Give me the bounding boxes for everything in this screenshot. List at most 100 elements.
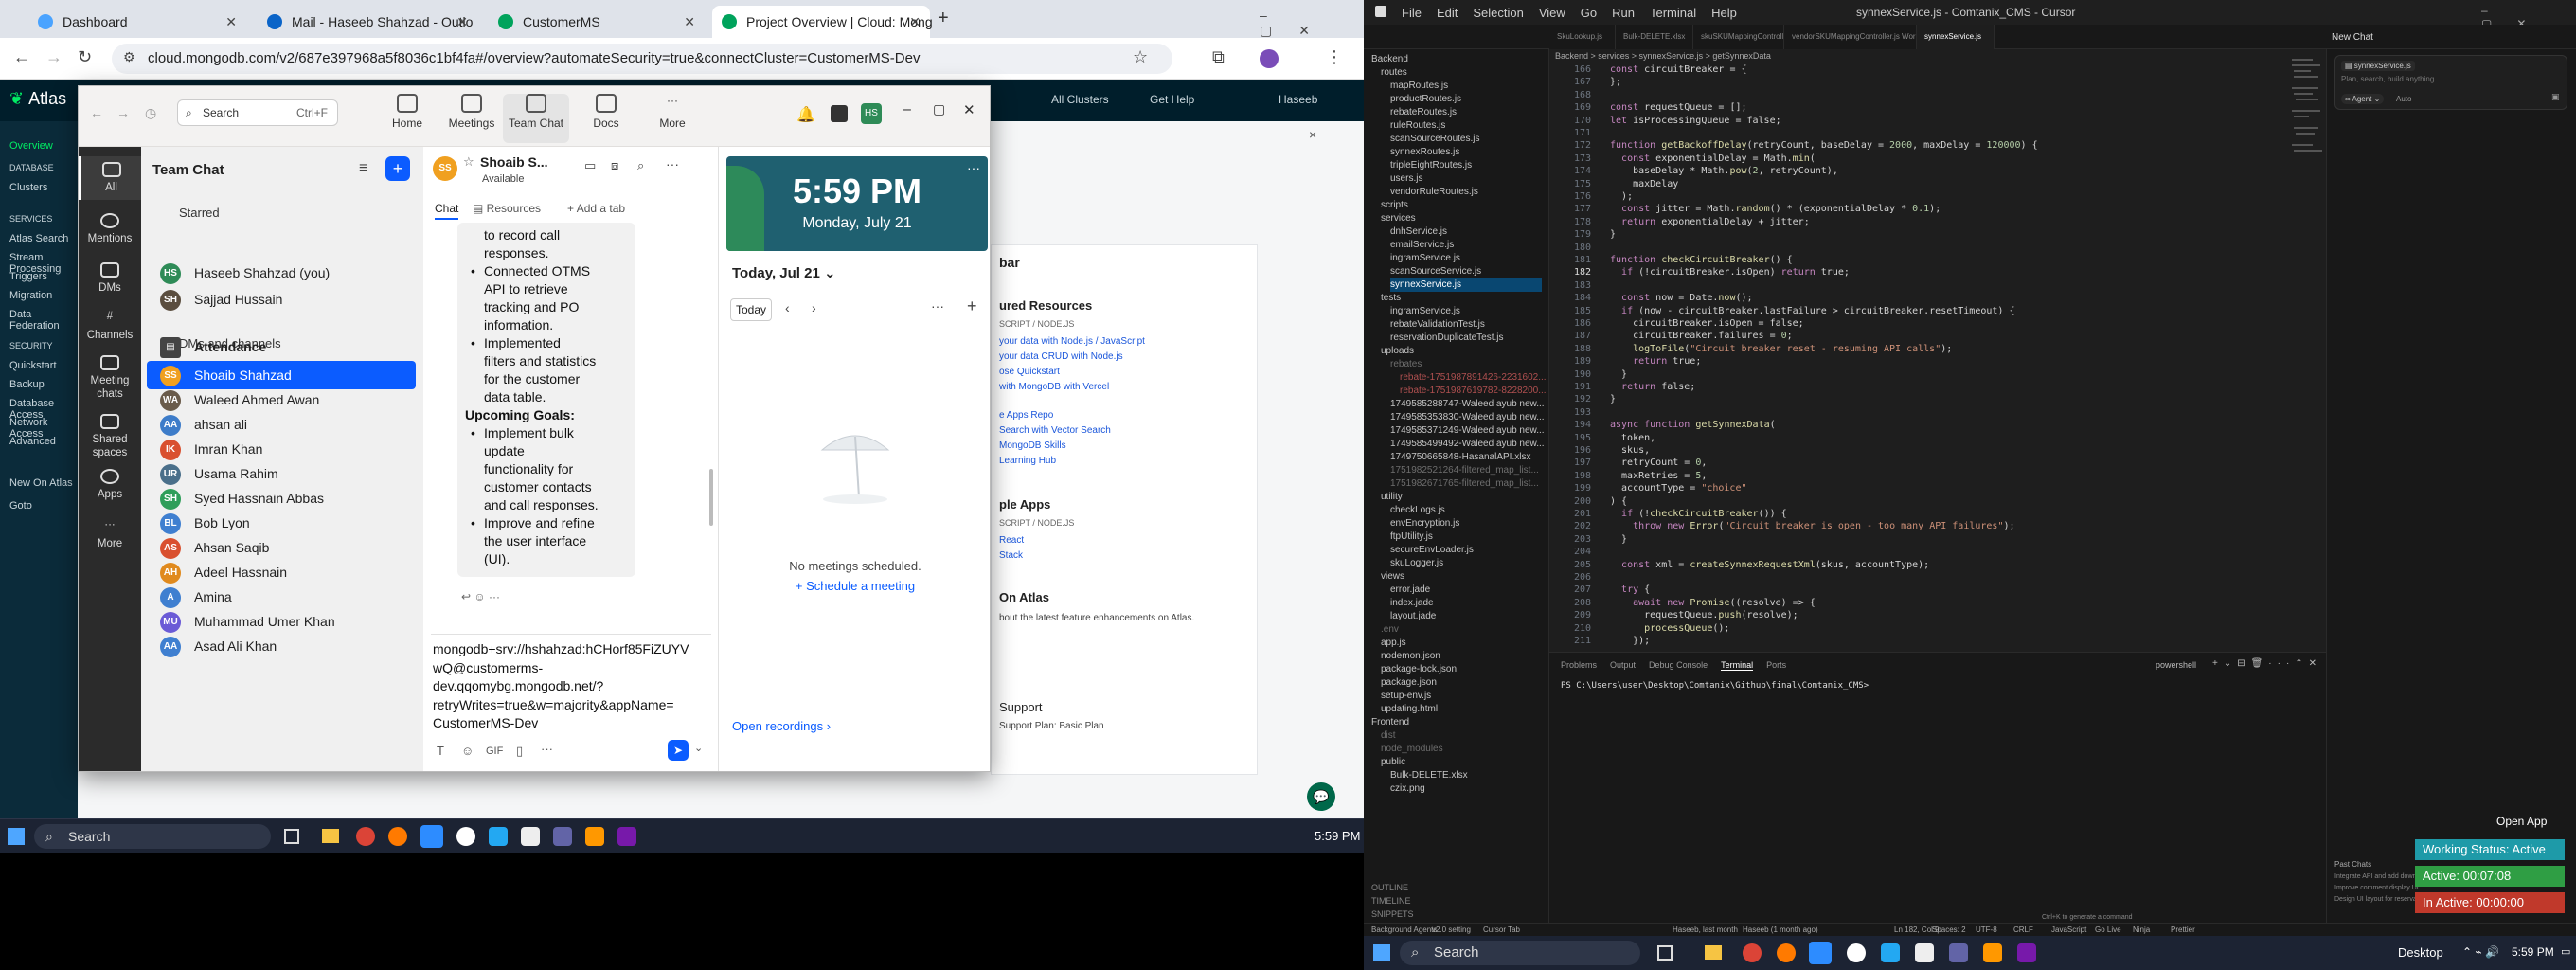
resource-link[interactable]: e Apps Repo [999, 410, 1053, 421]
editor-tab[interactable]: vendorSKUMappingController.js Working Tr… [1784, 25, 1917, 49]
status-item[interactable]: Haseeb, last month [1673, 925, 1738, 934]
nav-goto[interactable]: Goto [9, 500, 32, 512]
panel-tab-problems[interactable]: Problems [1561, 660, 1597, 670]
nav-triggers[interactable]: Triggers [9, 271, 47, 282]
menu-go[interactable]: Go [1581, 6, 1597, 20]
forward-nav-icon[interactable]: → [116, 105, 130, 120]
explorer-item[interactable]: services [1381, 212, 1416, 225]
teams-icon[interactable] [553, 827, 572, 846]
past-chats-heading[interactable]: Past Chats [2334, 860, 2371, 869]
open-app-button[interactable]: Open App [2496, 815, 2547, 828]
calendar-date-picker[interactable]: Today, Jul 21 ⌄ [732, 264, 836, 281]
explorer-item[interactable]: layout.jade [1390, 610, 1436, 623]
explorer-item[interactable]: rebateValidationTest.js [1390, 318, 1485, 332]
explorer-item[interactable]: scripts [1381, 199, 1408, 212]
explorer-item[interactable]: tests [1381, 292, 1401, 305]
menu-file[interactable]: File [1402, 6, 1422, 20]
sublime-icon[interactable] [1983, 943, 2002, 962]
taskbar-search-box[interactable]: ⌕ Search [34, 824, 271, 849]
desktop-label[interactable]: Desktop [2398, 945, 2443, 960]
editor-breadcrumb[interactable]: Backend > services > synnexService.js > … [1555, 51, 1771, 61]
chat-list-title[interactable]: Team Chat [152, 162, 224, 178]
rail-dms[interactable]: DMs [79, 262, 141, 295]
menu-terminal[interactable]: Terminal [1650, 6, 1696, 20]
file-context-chip[interactable]: ▤ synnexService.js [2341, 61, 2415, 71]
resource-link[interactable]: your data CRUD with Node.js [999, 351, 1123, 362]
chat-bubble-icon[interactable]: 💬 [1307, 782, 1335, 811]
code-editor[interactable]: Backend > services > synnexService.js > … [1549, 49, 2288, 652]
close-tab-icon[interactable]: ✕ [456, 14, 468, 30]
add-meeting-plus-icon[interactable]: + [967, 296, 977, 316]
resource-link[interactable]: Search with Vector Search [999, 425, 1111, 436]
tab-team-chat[interactable]: Team Chat [503, 94, 569, 143]
explorer-item[interactable]: rebateRoutes.js [1390, 106, 1457, 119]
explorer-item[interactable]: package.json [1381, 676, 1437, 690]
notifications-bell-icon[interactable]: 🔔 [796, 105, 815, 124]
panel-tab-debug-console[interactable]: Debug Console [1649, 660, 1708, 670]
maximize-icon[interactable]: ▢ [933, 101, 945, 117]
rail-channels[interactable]: # Channels [79, 310, 141, 342]
all-clusters-link[interactable]: All Clusters [1051, 93, 1109, 106]
user-menu[interactable]: Haseeb [1279, 93, 1317, 106]
back-icon[interactable]: ← [13, 47, 30, 67]
send-button[interactable]: ➤ [668, 740, 689, 761]
favorite-star-icon[interactable]: ☆ [463, 154, 474, 170]
nav-overview[interactable]: Overview [9, 140, 53, 152]
chrome-icon[interactable] [1743, 943, 1762, 962]
explorer-item[interactable]: emailService.js [1390, 239, 1454, 252]
explorer-item[interactable]: ruleRoutes.js [1390, 119, 1445, 133]
contact-item[interactable]: AA Asad Ali Khan [147, 632, 416, 660]
panel-tab-output[interactable]: Output [1610, 660, 1636, 670]
explorer-item[interactable]: Frontend [1371, 716, 1409, 729]
share-icon[interactable]: ⧈ [611, 158, 618, 173]
new-tab-button[interactable]: + [938, 8, 949, 29]
nav-atlas-search[interactable]: Atlas Search [9, 233, 68, 244]
explorer-item[interactable]: scanSourceService.js [1390, 265, 1481, 278]
tab-chat[interactable]: Chat [435, 202, 459, 220]
resource-link[interactable]: MongoDB Skills [999, 440, 1066, 451]
past-chat-item[interactable]: Improve comment display UI [2334, 885, 2419, 891]
explorer-item[interactable]: routes [1381, 66, 1407, 80]
taskbar-clock[interactable]: 5:59 PM [1315, 829, 1360, 843]
video-call-icon[interactable]: ▭ [584, 158, 596, 173]
explorer-item[interactable]: public [1381, 756, 1405, 769]
panel-tab-terminal[interactable]: Terminal [1721, 660, 1754, 671]
back-nav-icon[interactable]: ← [90, 105, 103, 120]
explorer-item[interactable]: nodemon.json [1381, 650, 1440, 663]
close-window-icon[interactable]: ✕ [963, 101, 975, 118]
explorer-item[interactable]: uploads [1381, 345, 1414, 358]
sublime-icon[interactable] [585, 827, 604, 846]
chat-input-box[interactable]: ▤ synnexService.js Plan, search, build a… [2334, 55, 2567, 110]
chat-search-icon[interactable]: ⌕ [637, 158, 644, 173]
notification-icon[interactable]: ▭ [2561, 945, 2570, 958]
browser-menu-icon[interactable]: ⋮ [1326, 47, 1343, 67]
browser-tab-customerms[interactable]: CustomerMS ✕ [489, 6, 705, 38]
taskbar-search-box[interactable]: ⌕ Search [1400, 941, 1640, 965]
explorer-item[interactable]: tripleEightRoutes.js [1390, 159, 1472, 172]
explorer-item[interactable]: 1749585371249-Waleed ayub new... [1390, 424, 1545, 438]
menu-view[interactable]: View [1539, 6, 1565, 20]
close-tab-icon[interactable]: ✕ [684, 14, 695, 30]
explorer-item[interactable]: synnexService.js [1390, 278, 1542, 292]
history-icon[interactable]: ◷ [145, 105, 156, 121]
explorer-item[interactable]: synnexRoutes.js [1390, 146, 1459, 159]
dismiss-banner-icon[interactable]: × [1309, 127, 1316, 142]
tab-meetings[interactable]: Meetings [438, 94, 505, 130]
compose-more-icon[interactable]: ··· [541, 742, 553, 756]
attach-image-icon[interactable]: ▣ [2551, 92, 2560, 102]
rail-mentions[interactable]: Mentions [79, 213, 141, 245]
explorer-item[interactable]: error.jade [1390, 584, 1430, 597]
explorer-item[interactable]: scanSourceRoutes.js [1390, 133, 1480, 146]
clock-more-icon[interactable]: ··· [967, 160, 980, 175]
minimize-icon[interactable]: – [903, 101, 911, 118]
status-item[interactable]: JavaScript [2051, 925, 2086, 934]
status-item[interactable]: Prettier [2171, 925, 2195, 934]
explorer-item[interactable]: Backend [1371, 53, 1408, 66]
emoji-icon[interactable]: ☺ [461, 744, 474, 758]
today-button[interactable]: Today [730, 298, 772, 321]
status-item[interactable]: Background Agents [1371, 925, 1437, 934]
cursor-app-icon[interactable] [521, 827, 540, 846]
system-tray-icons[interactable]: ⌃ ⌁ 🔊 [2462, 945, 2499, 959]
status-item[interactable]: CRLF [2013, 925, 2033, 934]
explorer-item[interactable]: dnhService.js [1390, 225, 1447, 239]
